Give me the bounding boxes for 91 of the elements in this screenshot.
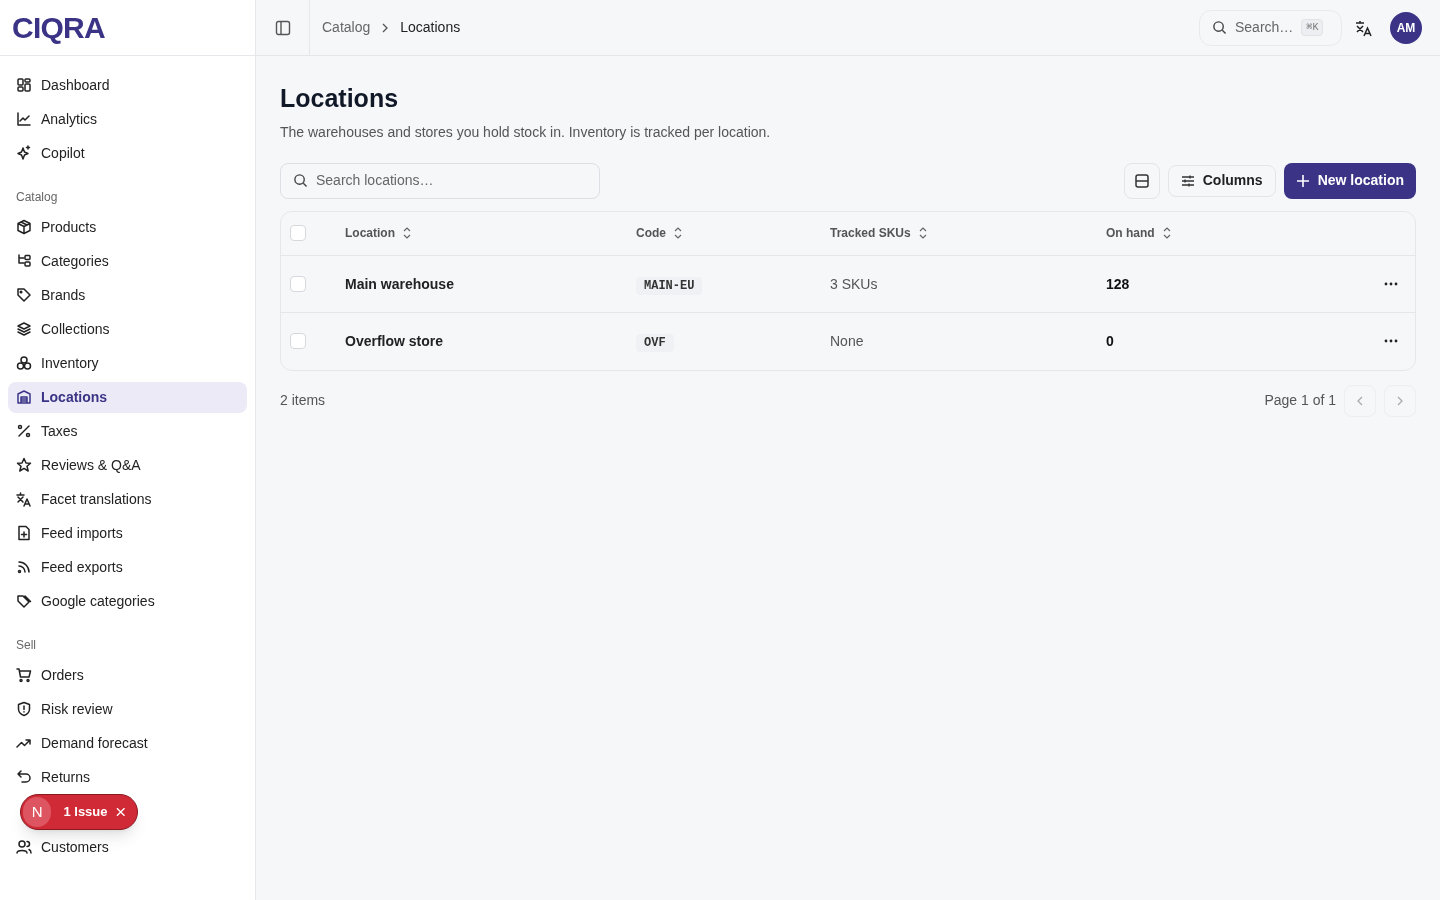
shield-icon bbox=[16, 701, 32, 717]
column-header[interactable]: Code bbox=[636, 224, 666, 242]
logo[interactable]: CIQRA bbox=[12, 5, 105, 50]
search-icon bbox=[293, 173, 308, 188]
nav-item[interactable]: Collections bbox=[8, 313, 247, 345]
file-plus-icon bbox=[16, 525, 32, 541]
shortcut-key: ⌘K bbox=[1301, 19, 1324, 36]
nav-item[interactable]: Demand forecast bbox=[8, 727, 247, 759]
nav-item[interactable]: Dashboard bbox=[8, 69, 247, 101]
breadcrumb-link[interactable]: Catalog bbox=[322, 17, 371, 38]
star-icon bbox=[16, 457, 32, 473]
chevron-left-icon bbox=[1356, 395, 1364, 406]
issue-count: 1 Issue bbox=[63, 803, 108, 822]
nav-item[interactable]: Copilot bbox=[8, 137, 247, 169]
tags-icon bbox=[16, 593, 32, 609]
column-header[interactable]: Tracked SKUs bbox=[830, 224, 911, 242]
nav-item[interactable]: Orders bbox=[8, 659, 247, 691]
chevron-right-icon bbox=[1396, 395, 1404, 406]
tracked-skus: None bbox=[830, 333, 864, 349]
nav-item[interactable]: Facet translations bbox=[8, 483, 247, 515]
page-title: Locations bbox=[280, 83, 400, 114]
rows-icon bbox=[1134, 173, 1149, 188]
nav-item[interactable]: Analytics bbox=[8, 103, 247, 135]
boxes-icon bbox=[16, 355, 32, 371]
nav-item[interactable]: Categories bbox=[8, 245, 247, 277]
nav-item[interactable]: Taxes bbox=[8, 415, 247, 447]
sparkles-icon bbox=[16, 145, 32, 161]
sort-icon[interactable] bbox=[674, 227, 682, 239]
location-name: Main warehouse bbox=[345, 275, 454, 292]
avatar: N bbox=[23, 797, 52, 827]
breadcrumb-link[interactable]: Locations bbox=[400, 17, 461, 38]
search-icon bbox=[1212, 20, 1227, 35]
search-placeholder: Search… bbox=[1235, 18, 1294, 37]
location-name: Overflow store bbox=[345, 333, 444, 349]
search-field[interactable]: Search… ⌘K bbox=[1199, 9, 1342, 46]
location-code: MAIN-EU bbox=[636, 276, 703, 295]
line-chart-icon bbox=[16, 111, 32, 127]
page-subtitle: The warehouses and stores you hold stock in. Inventory is tracked per location. bbox=[280, 122, 772, 142]
translate-icon bbox=[16, 491, 32, 507]
section-heading: Catalog bbox=[15, 189, 59, 206]
page-indicator: Page 1 of 1 bbox=[1264, 391, 1336, 410]
close-icon[interactable] bbox=[115, 807, 125, 817]
rss-icon bbox=[16, 559, 32, 575]
nav-item[interactable]: Returns bbox=[8, 761, 247, 793]
nav-item[interactable]: Feed imports bbox=[8, 517, 247, 549]
sidebar-toggle-icon[interactable] bbox=[274, 19, 291, 36]
on-hand-quantity: 128 bbox=[1106, 275, 1130, 292]
density-toggle-button[interactable] bbox=[1123, 162, 1160, 199]
nav-item[interactable]: Risk review bbox=[8, 693, 247, 725]
tag-icon bbox=[16, 287, 32, 303]
nav-item[interactable]: Google categories bbox=[8, 585, 247, 617]
plus-icon bbox=[1295, 173, 1310, 188]
undo-icon bbox=[16, 769, 32, 785]
select-all-checkbox[interactable] bbox=[290, 225, 306, 241]
package-icon bbox=[16, 219, 32, 235]
more-icon[interactable] bbox=[1384, 339, 1398, 343]
row-checkbox[interactable] bbox=[290, 333, 306, 349]
item-count: 2 items bbox=[280, 391, 326, 410]
location-code: OVF bbox=[636, 334, 674, 352]
warehouse-icon bbox=[16, 389, 32, 405]
grid-icon bbox=[16, 77, 32, 93]
on-hand-quantity: 0 bbox=[1106, 333, 1114, 349]
nav-item[interactable]: Inventory bbox=[8, 347, 247, 379]
layers-icon bbox=[16, 321, 32, 337]
nav-item[interactable]: Locations bbox=[8, 381, 247, 413]
users-icon bbox=[16, 839, 32, 855]
column-header[interactable]: On hand bbox=[1106, 224, 1155, 242]
sliders-icon bbox=[1180, 173, 1195, 188]
chevron-right-icon bbox=[382, 22, 389, 33]
column-header[interactable]: Location bbox=[345, 224, 395, 242]
section-heading: Sell bbox=[15, 637, 37, 654]
sort-icon[interactable] bbox=[1162, 227, 1171, 239]
issue-toast[interactable]: N 1 Issue bbox=[20, 794, 138, 830]
more-icon[interactable] bbox=[1384, 281, 1398, 286]
search-placeholder: Search locations… bbox=[316, 171, 434, 190]
cart-icon bbox=[16, 667, 32, 683]
sort-icon[interactable] bbox=[918, 227, 927, 239]
search-field[interactable]: Search locations… bbox=[280, 162, 600, 199]
columns-button[interactable]: Columns bbox=[1167, 164, 1276, 197]
nav-item[interactable]: Products bbox=[8, 211, 247, 243]
nav-item[interactable]: Brands bbox=[8, 279, 247, 311]
user-avatar[interactable]: AM bbox=[1390, 11, 1422, 44]
row-checkbox[interactable] bbox=[290, 275, 306, 292]
tree-icon bbox=[16, 253, 32, 269]
tracked-skus: 3 SKUs bbox=[830, 275, 878, 292]
nav-item[interactable]: Feed exports bbox=[8, 551, 247, 583]
nav-item[interactable]: Customers bbox=[8, 831, 247, 863]
sort-icon[interactable] bbox=[403, 227, 411, 239]
new-location-button[interactable]: New location bbox=[1283, 162, 1416, 199]
percent-icon bbox=[16, 423, 32, 439]
nav-item[interactable]: Reviews & Q&A bbox=[8, 449, 247, 481]
